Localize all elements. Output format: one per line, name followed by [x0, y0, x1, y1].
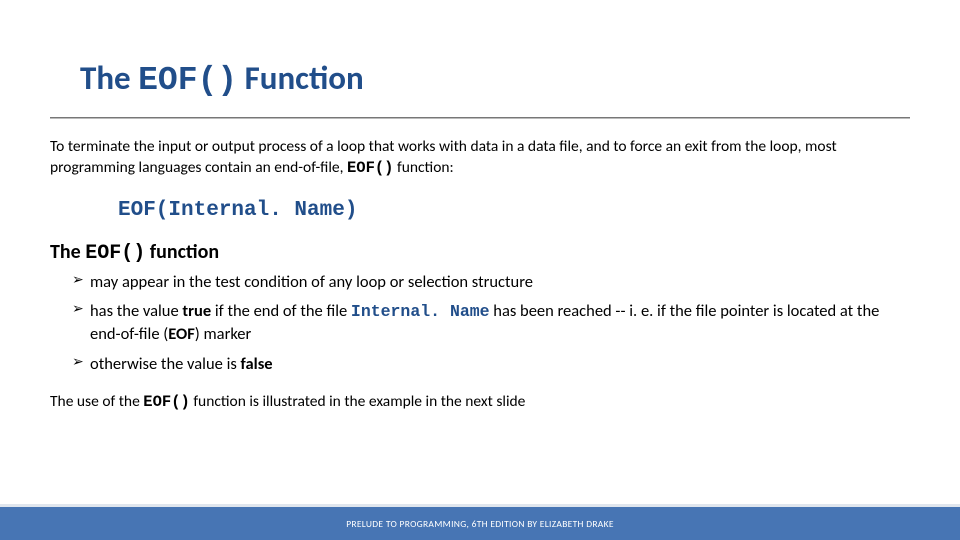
bullet-bold: true	[182, 301, 211, 321]
title-pre: The	[80, 58, 138, 98]
subhead-pre: The	[50, 240, 85, 264]
list-item: otherwise the value is false	[72, 353, 912, 375]
bullet-text: may appear in the test condition of any …	[90, 272, 533, 292]
subheading: The EOF() function	[0, 240, 960, 271]
closing-code: EOF()	[143, 393, 190, 411]
bullet-mid: if the end of the file	[211, 301, 351, 321]
title-post: Function	[237, 58, 364, 98]
closing-pre: The use of the	[50, 392, 143, 411]
bullet-list: may appear in the test condition of any …	[0, 271, 960, 375]
footer-bar: PRELUDE TO PROGRAMMING, 6TH EDITION BY E…	[0, 504, 960, 540]
title-code: EOF()	[138, 62, 237, 99]
bullet-pre: otherwise the value is	[90, 354, 241, 374]
subhead-post: function	[145, 240, 219, 264]
bullet-bold2: EOF	[168, 324, 195, 344]
intro-text2: function:	[393, 158, 453, 177]
bullet-bold: false	[241, 354, 273, 374]
closing-post: function is illustrated in the example i…	[190, 392, 526, 411]
subhead-code: EOF()	[85, 242, 145, 265]
list-item: has the value true if the end of the fil…	[72, 300, 912, 346]
intro-paragraph: To terminate the input or output process…	[0, 137, 960, 179]
syntax-line: EOF(Internal. Name)	[0, 179, 960, 240]
closing-paragraph: The use of the EOF() function is illustr…	[0, 382, 960, 411]
footer-text: PRELUDE TO PROGRAMMING, 6TH EDITION BY E…	[346, 518, 614, 530]
bullet-code: Internal. Name	[351, 302, 490, 321]
slide: The EOF() Function To terminate the inpu…	[0, 0, 960, 540]
intro-code: EOF()	[347, 159, 394, 177]
bullet-post: ) marker	[195, 324, 252, 344]
title-divider	[50, 117, 910, 119]
bullet-pre: has the value	[90, 301, 182, 321]
list-item: may appear in the test condition of any …	[72, 271, 912, 293]
slide-title: The EOF() Function	[0, 0, 960, 109]
